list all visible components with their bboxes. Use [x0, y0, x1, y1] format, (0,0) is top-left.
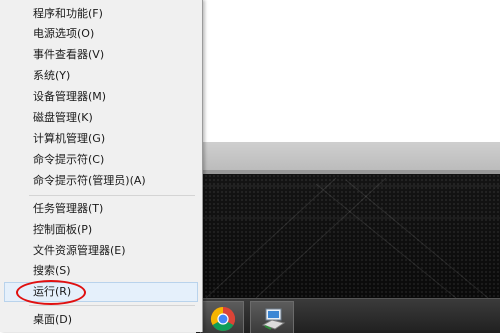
- desktop-wallpaper: [196, 174, 500, 298]
- menu-item-search[interactable]: 搜索(S): [4, 261, 198, 281]
- wallpaper-pattern: [196, 177, 500, 298]
- taskbar: [196, 298, 500, 333]
- background-window: [196, 0, 500, 142]
- power-user-menu: 程序和功能(F) 电源选项(O) 事件查看器(V) 系统(Y) 设备管理器(M)…: [0, 0, 203, 332]
- menu-item-programs-and-features[interactable]: 程序和功能(F): [4, 4, 198, 24]
- menu-item-computer-management[interactable]: 计算机管理(G): [4, 129, 198, 149]
- menu-item-device-manager[interactable]: 设备管理器(M): [4, 87, 198, 107]
- menu-item-task-manager[interactable]: 任务管理器(T): [4, 199, 198, 219]
- window-bottom-strip: [196, 142, 500, 174]
- taskbar-chrome-button[interactable]: [200, 301, 244, 333]
- menu-item-file-explorer[interactable]: 文件资源管理器(E): [4, 241, 198, 261]
- menu-item-command-prompt[interactable]: 命令提示符(C): [4, 150, 198, 170]
- menu-item-command-prompt-admin[interactable]: 命令提示符(管理员)(A): [4, 171, 198, 191]
- menu-item-system[interactable]: 系统(Y): [4, 66, 198, 86]
- menu-item-disk-management[interactable]: 磁盘管理(K): [4, 108, 198, 128]
- network-computer-icon: [261, 308, 286, 330]
- menu-item-desktop[interactable]: 桌面(D): [4, 310, 198, 330]
- menu-item-power-options[interactable]: 电源选项(O): [4, 24, 198, 44]
- taskbar-network-button[interactable]: [250, 301, 294, 333]
- menu-separator: [29, 305, 195, 306]
- chrome-icon: [210, 307, 236, 332]
- menu-separator: [29, 195, 195, 196]
- annotation-highlight-oval: [16, 280, 86, 305]
- menu-item-event-viewer[interactable]: 事件查看器(V): [4, 45, 198, 65]
- menu-item-control-panel[interactable]: 控制面板(P): [4, 220, 198, 240]
